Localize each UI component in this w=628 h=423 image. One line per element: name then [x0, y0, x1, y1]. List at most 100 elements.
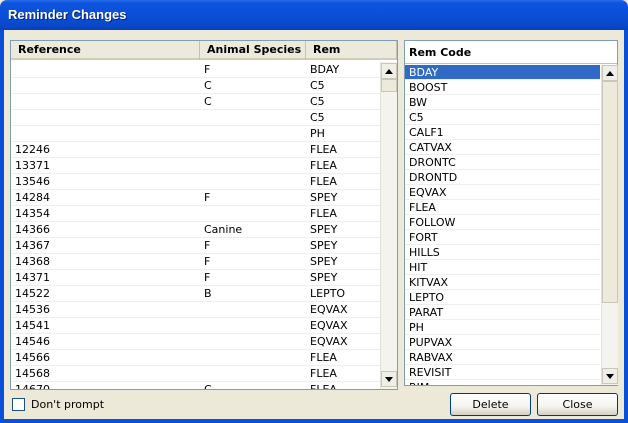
cell-animal-species: F [204, 191, 211, 204]
cell-animal-species: B [204, 287, 212, 300]
cell-rem: EQVAX [310, 335, 348, 348]
list-item[interactable]: FORT [405, 230, 600, 245]
cell-rem: FLEA [310, 159, 337, 172]
list-item[interactable]: FLEA [405, 200, 600, 215]
cell-animal-species [200, 126, 306, 141]
cell-rem: SPEY [310, 239, 338, 252]
cell-reference: 13546 [15, 175, 50, 188]
table-row[interactable]: 13546 FLEA [11, 174, 380, 190]
column-header-rem[interactable]: Rem [306, 41, 397, 60]
triangle-down-icon [385, 376, 393, 382]
scroll-thumb[interactable] [381, 79, 397, 92]
table-row[interactable]: 14546 EQVAX [11, 334, 380, 350]
cell-reference: 14354 [15, 207, 50, 220]
table-row[interactable]: 14367 F SPEY [11, 238, 380, 254]
table-row[interactable]: C C5 [11, 94, 380, 110]
table-row[interactable]: C5 [11, 110, 380, 126]
table-row[interactable]: 14541 EQVAX [11, 318, 380, 334]
dont-prompt-checkbox-wrap[interactable]: Don't prompt [12, 398, 104, 411]
list-item[interactable]: FOLLOW [405, 215, 600, 230]
list-scrollbar[interactable] [380, 62, 397, 389]
cell-animal-species: C [204, 95, 212, 108]
title-bar: Reminder Changes [0, 0, 628, 30]
list-item[interactable]: PH [405, 320, 600, 335]
reminder-changes-list[interactable]: Reference Animal Species Rem F BDAY C C5 C C5… [10, 40, 398, 390]
column-header-reference[interactable]: Reference [11, 41, 200, 60]
cell-reference [11, 94, 200, 109]
table-row[interactable]: 14284 F SPEY [11, 190, 380, 206]
list-item[interactable]: DRONTC [405, 155, 600, 170]
cell-animal-species: C [204, 79, 212, 92]
cell-animal-species: C [200, 382, 306, 389]
cell-rem: C5 [310, 111, 325, 124]
table-row[interactable]: F BDAY [11, 62, 380, 78]
triangle-down-icon [606, 373, 614, 379]
scroll-thumb[interactable] [602, 81, 618, 303]
cell-rem: C5 [310, 79, 325, 92]
list-item[interactable]: RABVAX [405, 350, 600, 365]
cell-reference [11, 110, 200, 125]
list-item[interactable]: HILLS [405, 245, 600, 260]
table-row[interactable]: 14368 F SPEY [11, 254, 380, 270]
delete-button[interactable]: Delete [450, 393, 531, 416]
cell-animal-species [200, 110, 306, 125]
cell-rem: FLEA [306, 382, 380, 389]
table-row[interactable]: 14371 F SPEY [11, 270, 380, 286]
table-row[interactable]: 14366 Canine SPEY [11, 222, 380, 238]
cell-reference [11, 78, 200, 93]
rem-code-items: BDAY BOOST BW C5 CALF1 CATVAX DRONTC DRONTD EQVA… [405, 65, 600, 385]
scroll-down-button[interactable] [602, 368, 618, 384]
column-header-animal-species[interactable]: Animal Species [200, 41, 306, 60]
list-item[interactable]: REVISIT [405, 365, 600, 380]
cell-animal-species [200, 302, 306, 317]
table-row[interactable]: PH [11, 126, 380, 142]
cell-animal-species: F [204, 255, 211, 268]
list-item[interactable]: C5 [405, 110, 600, 125]
list-item[interactable]: BDAY [405, 65, 600, 80]
close-button[interactable]: Close [537, 393, 618, 416]
cell-reference: 14367 [15, 239, 50, 252]
rem-code-scrollbar[interactable] [601, 65, 618, 385]
triangle-up-icon [606, 70, 614, 76]
cell-animal-species [200, 206, 306, 221]
table-row[interactable]: 14536 EQVAX [11, 302, 380, 318]
cell-animal-species [200, 318, 306, 333]
list-item[interactable]: PUPVAX [405, 335, 600, 350]
rem-code-list[interactable]: Rem Code BDAY BOOST BW C5 CALF1 CATVAX DRONTC D… [404, 40, 618, 386]
list-item[interactable]: HIT [405, 260, 600, 275]
list-item[interactable]: LEPTO [405, 290, 600, 305]
list-item[interactable]: CATVAX [405, 140, 600, 155]
table-row[interactable]: 14568 FLEA [11, 366, 380, 382]
list-item[interactable]: BW [405, 95, 600, 110]
cell-animal-species: F [204, 271, 211, 284]
cell-animal-species [200, 350, 306, 365]
list-item[interactable]: DRONTD [405, 170, 600, 185]
list-item[interactable]: PARAT [405, 305, 600, 320]
table-row[interactable]: 14670CFLEA [11, 382, 380, 389]
table-row[interactable]: 12246 FLEA [11, 142, 380, 158]
cell-reference: 12246 [15, 143, 50, 156]
dont-prompt-checkbox[interactable] [12, 398, 25, 411]
scroll-up-button[interactable] [381, 63, 397, 79]
list-item[interactable]: EQVAX [405, 185, 600, 200]
scroll-down-button[interactable] [381, 371, 397, 387]
list-item[interactable]: RIM [405, 380, 600, 385]
table-row[interactable]: 14566 FLEA [11, 350, 380, 366]
cell-reference: 14566 [15, 351, 50, 364]
cell-reference [11, 62, 200, 77]
table-row[interactable]: 14354 FLEA [11, 206, 380, 222]
list-item[interactable]: KITVAX [405, 275, 600, 290]
cell-rem: FLEA [310, 367, 337, 380]
cell-rem: EQVAX [310, 319, 348, 332]
list-item[interactable]: BOOST [405, 80, 600, 95]
cell-reference: 14368 [15, 255, 50, 268]
table-row[interactable]: C C5 [11, 78, 380, 94]
cell-reference: 14366 [15, 223, 50, 236]
table-row[interactable]: 14522 B LEPTO [11, 286, 380, 302]
cell-animal-species: F [204, 239, 211, 252]
list-item[interactable]: CALF1 [405, 125, 600, 140]
cell-reference: 14536 [15, 303, 50, 316]
scroll-up-button[interactable] [602, 65, 618, 81]
cell-rem: FLEA [310, 175, 337, 188]
table-row[interactable]: 13371 FLEA [11, 158, 380, 174]
